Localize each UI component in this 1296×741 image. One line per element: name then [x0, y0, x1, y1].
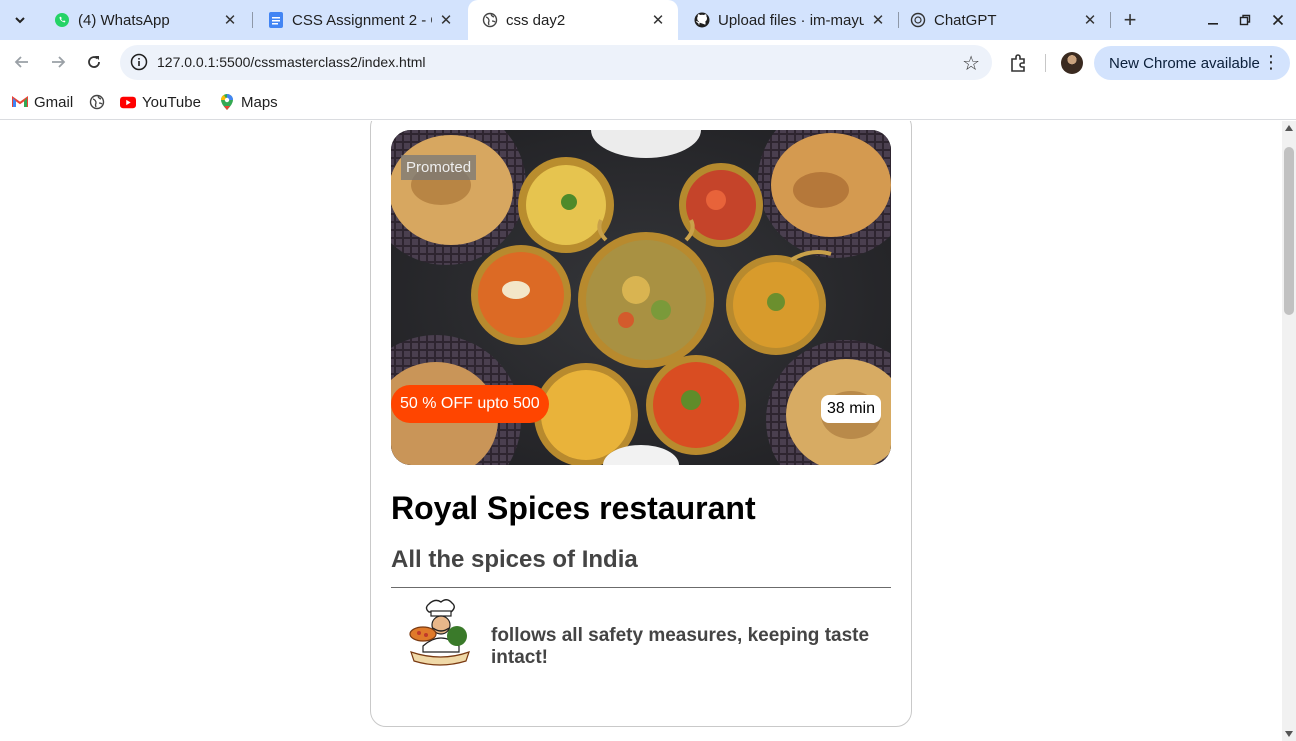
- scroll-down-arrow-icon[interactable]: [1285, 731, 1293, 737]
- bookmark-label: Maps: [241, 93, 278, 111]
- close-icon: [1272, 14, 1284, 26]
- more-menu-icon[interactable]: ⋮: [1262, 52, 1280, 73]
- new-chrome-available-button[interactable]: New Chrome available ⋮: [1094, 46, 1290, 80]
- scroll-thumb[interactable]: [1284, 147, 1294, 315]
- tab-title: css day2: [506, 11, 566, 29]
- globe-icon: [89, 94, 105, 110]
- toolbar-divider: [1045, 54, 1046, 72]
- restaurant-card[interactable]: Promoted 50 % OFF upto 500 38 min Royal …: [370, 121, 912, 727]
- address-bar[interactable]: 127.0.0.1:5500/cssmasterclass2/index.htm…: [120, 45, 992, 80]
- close-icon[interactable]: ✕: [438, 12, 454, 29]
- promoted-badge: Promoted: [401, 155, 477, 180]
- chevron-down-icon: [15, 17, 25, 24]
- close-icon[interactable]: ✕: [650, 12, 666, 29]
- tab-upload-files[interactable]: Upload files · im-mayu ✕: [680, 0, 898, 40]
- restaurant-name: Royal Spices restaurant: [391, 490, 756, 526]
- tab-css-assignment[interactable]: CSS Assignment 2 - Go ✕: [254, 0, 466, 40]
- delivery-time-badge: 38 min: [820, 395, 881, 423]
- maps-icon: [219, 94, 235, 110]
- restore-button[interactable]: [1233, 8, 1257, 32]
- arrow-left-icon: [14, 56, 28, 68]
- close-window-button[interactable]: [1266, 8, 1290, 32]
- site-info-icon[interactable]: [130, 53, 148, 71]
- scroll-up-arrow-icon[interactable]: [1285, 125, 1293, 131]
- tab-search-button[interactable]: [6, 7, 34, 33]
- bookmark-maps[interactable]: Maps: [219, 91, 278, 113]
- tab-whatsapp[interactable]: (4) WhatsApp ✕: [40, 0, 250, 40]
- back-button[interactable]: [10, 50, 34, 74]
- minimize-icon: [1208, 23, 1218, 25]
- bookmark-label: YouTube: [142, 93, 201, 111]
- minimize-button[interactable]: [1201, 8, 1225, 32]
- restore-icon: [1239, 14, 1251, 26]
- tab-separator: [1110, 12, 1111, 28]
- tab-title: ChatGPT: [934, 11, 997, 29]
- offer-badge: 50 % OFF upto 500: [391, 385, 549, 423]
- tab-title: (4) WhatsApp: [78, 11, 170, 29]
- tab-css-day2[interactable]: css day2 ✕: [468, 0, 678, 40]
- tab-title: CSS Assignment 2 - Go: [292, 11, 432, 29]
- close-icon[interactable]: ✕: [222, 12, 238, 29]
- reload-icon: [88, 56, 100, 68]
- page-viewport: Promoted 50 % OFF upto 500 38 min Royal …: [0, 121, 1282, 741]
- tab-strip: (4) WhatsApp ✕ CSS Assignment 2 - Go ✕ c…: [0, 0, 1296, 40]
- bookmark-gmail[interactable]: Gmail: [12, 91, 73, 113]
- close-icon[interactable]: ✕: [1082, 12, 1098, 29]
- forward-button[interactable]: [46, 50, 70, 74]
- new-tab-button[interactable]: +: [1118, 7, 1142, 32]
- reload-button[interactable]: [82, 50, 106, 74]
- globe-icon: [482, 12, 498, 28]
- restaurant-hero-image: Promoted 50 % OFF upto 500 38 min: [391, 130, 891, 465]
- tab-title: Upload files · im-mayu: [718, 11, 864, 29]
- arrow-right-icon: [52, 56, 66, 68]
- bookmark-globe[interactable]: [89, 91, 111, 113]
- restaurant-logo: [407, 598, 473, 670]
- chatgpt-icon: [910, 12, 926, 28]
- divider: [391, 587, 891, 588]
- bookmark-star-icon[interactable]: ☆: [962, 51, 980, 76]
- extensions-icon[interactable]: [1008, 52, 1030, 74]
- url-text[interactable]: 127.0.0.1:5500/cssmasterclass2/index.htm…: [157, 54, 425, 70]
- update-label: New Chrome available: [1109, 54, 1260, 72]
- tab-chatgpt[interactable]: ChatGPT ✕: [896, 0, 1110, 40]
- close-icon[interactable]: ✕: [870, 12, 886, 29]
- safety-message: follows all safety measures, keeping tas…: [491, 625, 870, 668]
- whatsapp-icon: [54, 12, 70, 28]
- youtube-icon: [120, 94, 136, 110]
- profile-avatar[interactable]: [1061, 52, 1083, 74]
- gmail-icon: [12, 94, 28, 110]
- vertical-scrollbar[interactable]: [1282, 121, 1296, 741]
- google-docs-icon: [268, 12, 284, 28]
- tab-separator: [252, 12, 253, 28]
- bookmark-youtube[interactable]: YouTube: [120, 91, 201, 113]
- restaurant-tagline: All the spices of India: [391, 546, 638, 573]
- plus-icon: +: [1123, 7, 1137, 32]
- github-icon: [694, 12, 710, 28]
- bookmarks-bar: Gmail YouTube Maps: [0, 84, 1296, 120]
- bookmark-label: Gmail: [34, 93, 74, 111]
